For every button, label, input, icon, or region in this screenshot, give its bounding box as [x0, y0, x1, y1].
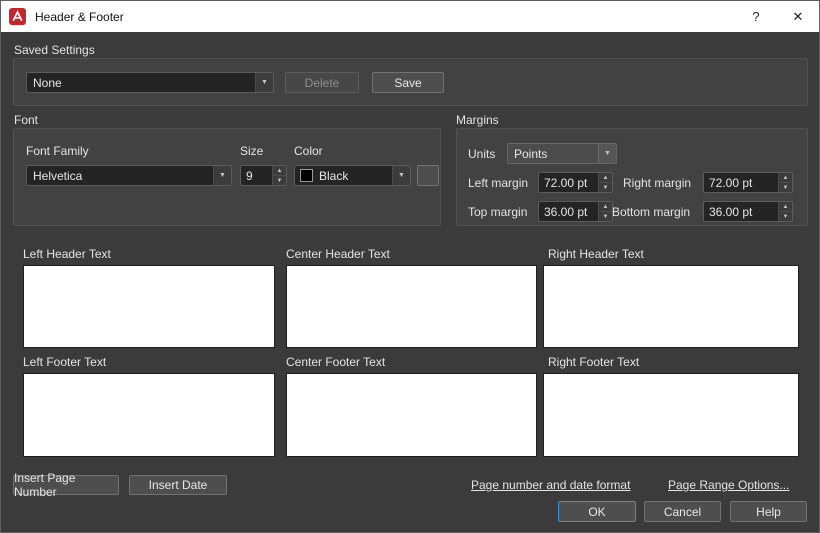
page-number-date-format-link[interactable]: Page number and date format — [471, 478, 630, 492]
window-title: Header & Footer — [35, 10, 735, 24]
font-color-selected-value: Black — [313, 166, 392, 185]
bottom-margin-input[interactable] — [704, 202, 778, 221]
center-header-label: Center Header Text — [286, 247, 390, 261]
chevron-down-icon: ▼ — [255, 73, 273, 92]
saved-settings-group: None ▼ Delete Save — [13, 58, 808, 106]
bottom-margin-label: Bottom margin — [612, 205, 690, 219]
font-size-spin-buttons: ▲ ▼ — [272, 166, 286, 185]
right-margin-spinner: ▲ ▼ — [703, 172, 793, 193]
chevron-down-icon: ▼ — [213, 166, 231, 185]
insert-page-number-button[interactable]: Insert Page Number — [13, 475, 119, 495]
right-footer-textarea[interactable] — [543, 373, 799, 457]
margins-section-label: Margins — [456, 113, 499, 127]
font-color-label: Color — [294, 144, 323, 158]
spin-down-icon[interactable]: ▼ — [779, 211, 792, 221]
saved-settings-select[interactable]: None ▼ — [26, 72, 274, 93]
spin-up-icon[interactable]: ▲ — [779, 173, 792, 182]
center-header-textarea[interactable] — [286, 265, 537, 348]
right-footer-label: Right Footer Text — [548, 355, 639, 369]
saved-settings-selected-value: None — [27, 73, 255, 92]
chevron-down-icon: ▼ — [598, 144, 616, 163]
top-margin-spin-buttons: ▲ ▼ — [598, 202, 612, 221]
spin-down-icon[interactable]: ▼ — [599, 211, 612, 221]
help-button[interactable]: ? — [735, 1, 777, 32]
bottom-margin-spinner: ▲ ▼ — [703, 201, 793, 222]
spin-up-icon[interactable]: ▲ — [273, 166, 286, 175]
units-selected-value: Points — [508, 144, 598, 163]
left-margin-input[interactable] — [539, 173, 598, 192]
saved-settings-label: Saved Settings — [14, 43, 95, 57]
header-footer-dialog: Header & Footer ? ✕ Saved Settings None … — [0, 0, 820, 533]
page-range-options-link[interactable]: Page Range Options... — [668, 478, 789, 492]
font-size-spinner: ▲ ▼ — [240, 165, 287, 186]
bottom-margin-spin-buttons: ▲ ▼ — [778, 202, 792, 221]
font-family-label: Font Family — [26, 144, 89, 158]
right-header-label: Right Header Text — [548, 247, 644, 261]
font-group: Font Family Helvetica ▼ Size ▲ ▼ Color B… — [13, 128, 441, 226]
right-margin-input[interactable] — [704, 173, 778, 192]
left-header-label: Left Header Text — [23, 247, 111, 261]
right-margin-spin-buttons: ▲ ▼ — [778, 173, 792, 192]
spin-down-icon[interactable]: ▼ — [779, 182, 792, 192]
spin-up-icon[interactable]: ▲ — [599, 202, 612, 211]
spin-down-icon[interactable]: ▼ — [273, 175, 286, 185]
right-margin-label: Right margin — [623, 176, 691, 190]
left-footer-textarea[interactable] — [23, 373, 275, 457]
font-size-label: Size — [240, 144, 263, 158]
spin-up-icon[interactable]: ▲ — [779, 202, 792, 211]
spin-down-icon[interactable]: ▼ — [599, 182, 612, 192]
insert-date-button[interactable]: Insert Date — [129, 475, 227, 495]
spin-up-icon[interactable]: ▲ — [599, 173, 612, 182]
center-footer-label: Center Footer Text — [286, 355, 385, 369]
underline-button[interactable] — [417, 165, 439, 186]
ok-button[interactable]: OK — [558, 501, 636, 522]
help-action-button[interactable]: Help — [730, 501, 807, 522]
units-select[interactable]: Points ▼ — [507, 143, 617, 164]
font-family-select[interactable]: Helvetica ▼ — [26, 165, 232, 186]
titlebar: Header & Footer ? ✕ — [1, 1, 819, 32]
save-button[interactable]: Save — [372, 72, 444, 93]
top-margin-input[interactable] — [539, 202, 598, 221]
units-label: Units — [468, 147, 495, 161]
left-margin-spinner: ▲ ▼ — [538, 172, 613, 193]
left-header-textarea[interactable] — [23, 265, 275, 348]
margins-group: Units Points ▼ Left margin ▲ ▼ Right mar… — [456, 128, 808, 226]
center-footer-textarea[interactable] — [286, 373, 537, 457]
chevron-down-icon: ▼ — [392, 166, 410, 185]
top-margin-label: Top margin — [468, 205, 527, 219]
font-size-input[interactable] — [241, 166, 272, 185]
top-margin-spinner: ▲ ▼ — [538, 201, 613, 222]
color-swatch — [300, 169, 313, 182]
delete-button[interactable]: Delete — [285, 72, 359, 93]
font-family-selected-value: Helvetica — [27, 166, 213, 185]
font-section-label: Font — [14, 113, 38, 127]
close-button[interactable]: ✕ — [777, 1, 819, 32]
acrobat-app-icon — [9, 8, 26, 25]
left-footer-label: Left Footer Text — [23, 355, 106, 369]
left-margin-label: Left margin — [468, 176, 528, 190]
left-margin-spin-buttons: ▲ ▼ — [598, 173, 612, 192]
right-header-textarea[interactable] — [543, 265, 799, 348]
cancel-button[interactable]: Cancel — [644, 501, 721, 522]
font-color-select[interactable]: Black ▼ — [294, 165, 411, 186]
